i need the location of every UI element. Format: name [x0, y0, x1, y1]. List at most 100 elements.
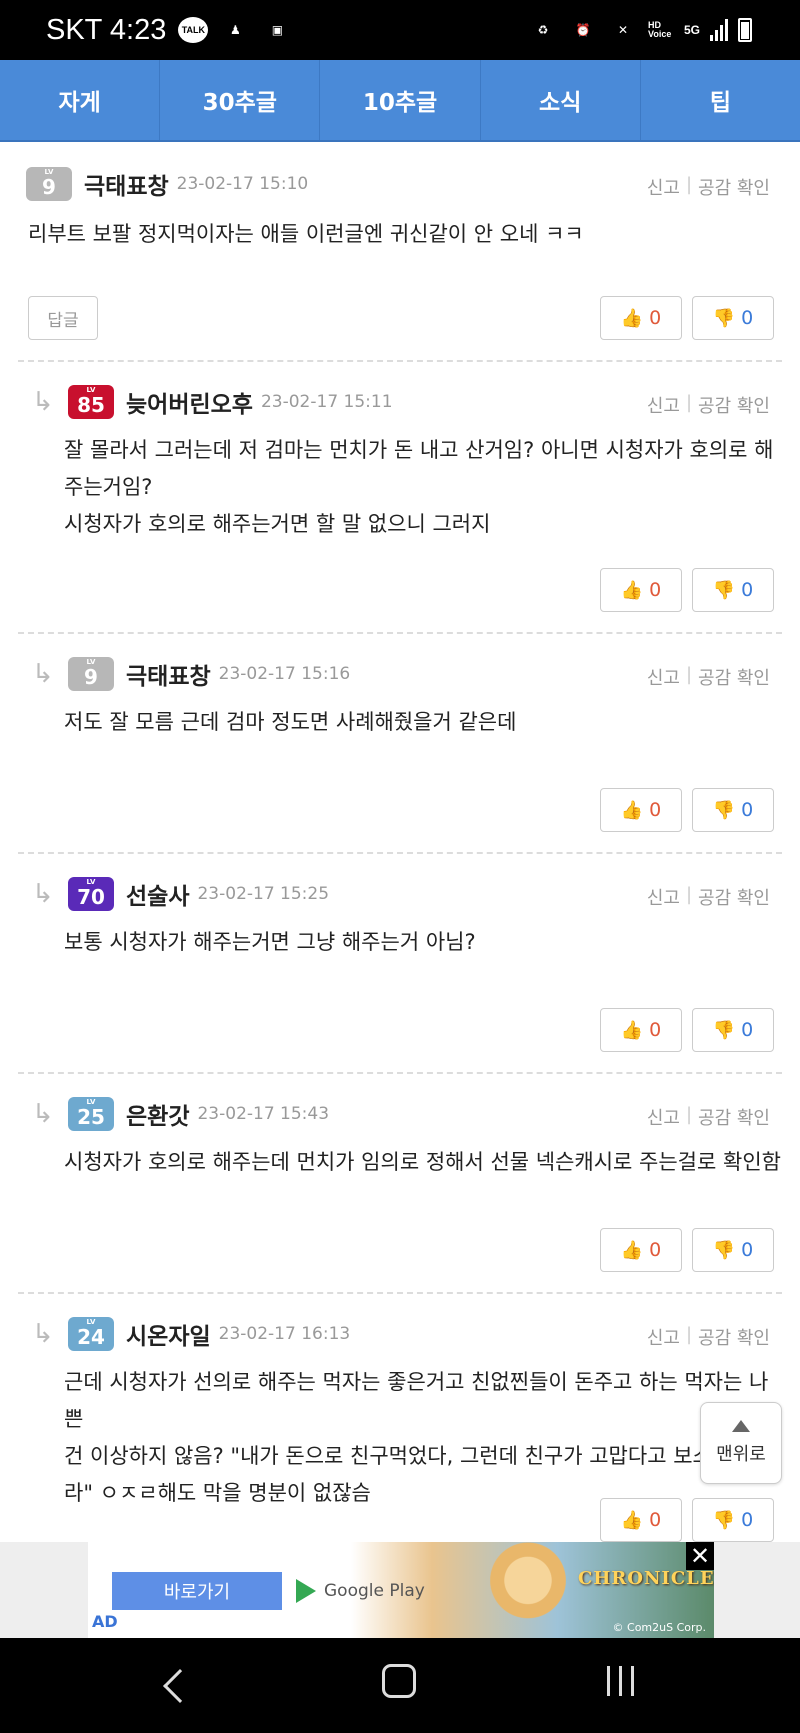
- nickname[interactable]: 극태표창: [84, 167, 169, 201]
- google-play-badge: Google Play: [296, 1572, 425, 1610]
- thumbs-up-icon: 👍: [620, 579, 644, 601]
- signal-icon: [710, 19, 728, 41]
- like-count: 0: [649, 307, 662, 329]
- like-count: 0: [649, 579, 662, 601]
- google-play-icon: [296, 1579, 316, 1603]
- thumbs-down-icon: 👎: [712, 1239, 736, 1261]
- back-icon[interactable]: [163, 1669, 197, 1703]
- thumbs-down-icon: 👎: [712, 1019, 736, 1041]
- like-button[interactable]: 👍 0: [600, 296, 682, 340]
- timestamp: 23-02-17 15:43: [197, 1104, 330, 1124]
- ad-creative[interactable]: 바로가기 Google Play CHRONICLES © Com2uS Cor…: [88, 1542, 714, 1638]
- nickname[interactable]: 늦어버린오후: [126, 385, 253, 419]
- tab-30-recommend[interactable]: 30추글: [160, 60, 321, 140]
- reply-comment: ↳ LV 85 늦어버린오후 23-02-17 15:11 신고 | 공감 확인 …: [18, 362, 782, 634]
- tab-tips[interactable]: 팁: [641, 60, 800, 140]
- like-button[interactable]: 👍 0: [600, 1008, 682, 1052]
- tab-10-recommend[interactable]: 10추글: [320, 60, 481, 140]
- dislike-button[interactable]: 👎 0: [692, 568, 774, 612]
- like-button[interactable]: 👍 0: [600, 1228, 682, 1272]
- like-count: 0: [649, 799, 662, 821]
- reply-comment: ↳ LV 25 은환갓 23-02-17 15:43 신고 | 공감 확인 시청자…: [18, 1074, 782, 1294]
- separator: |: [685, 174, 693, 195]
- timestamp: 23-02-17 16:13: [218, 1324, 351, 1344]
- back-to-top-button[interactable]: 맨위로: [700, 1402, 782, 1484]
- nickname[interactable]: 선술사: [126, 877, 189, 911]
- nickname[interactable]: 시온자일: [126, 1317, 211, 1351]
- tab-free-board[interactable]: 자게: [0, 60, 161, 140]
- timestamp: 23-02-17 15:11: [260, 392, 393, 412]
- comment-text: 주는거임?: [64, 475, 153, 499]
- report-link[interactable]: 신고: [647, 174, 680, 200]
- comment-text: 보통 시청자가 해주는거면 그냥 해주는거 아님?: [64, 930, 476, 954]
- dislike-button[interactable]: 👎 0: [692, 1228, 774, 1272]
- separator: |: [685, 1324, 693, 1345]
- likes-check-link[interactable]: 공감 확인: [698, 1324, 770, 1350]
- thumbs-up-icon: 👍: [620, 307, 644, 329]
- comment-text: 저도 잘 모름 근데 검마 정도면 사례해줬을거 같은데: [64, 710, 517, 734]
- home-icon[interactable]: [382, 1664, 416, 1698]
- likes-check-link[interactable]: 공감 확인: [698, 664, 770, 690]
- reply-arrow-icon: ↳: [32, 879, 54, 909]
- report-link[interactable]: 신고: [647, 1104, 680, 1130]
- thumbs-up-icon: 👍: [620, 1239, 644, 1261]
- report-link[interactable]: 신고: [647, 884, 680, 910]
- dislike-button[interactable]: 👎 0: [692, 1008, 774, 1052]
- reply-arrow-icon: ↳: [32, 659, 54, 689]
- level-badge: LV 70: [68, 877, 114, 911]
- kakaotalk-icon: TALK: [178, 17, 209, 43]
- nickname[interactable]: 은환갓: [126, 1097, 189, 1131]
- thumbs-down-icon: 👎: [712, 799, 736, 821]
- recent-apps-icon[interactable]: [607, 1666, 634, 1696]
- reply-arrow-icon: ↳: [32, 1099, 54, 1129]
- like-button[interactable]: 👍 0: [600, 568, 682, 612]
- comment: LV 9 극태표창 23-02-17 15:10 신고 | 공감 확인 리부트 보…: [18, 144, 782, 362]
- ad-banner[interactable]: 바로가기 Google Play CHRONICLES © Com2uS Cor…: [0, 1542, 800, 1638]
- gallery-icon: ▣: [271, 23, 284, 37]
- carrier-time: SKT 4:23: [46, 13, 167, 46]
- report-link[interactable]: 신고: [647, 392, 680, 418]
- level-badge: LV 25: [68, 1097, 114, 1131]
- system-navigation-bar: [0, 1638, 800, 1733]
- dislike-count: 0: [741, 1239, 754, 1261]
- reply-comment: ↳ LV 70 선술사 23-02-17 15:25 신고 | 공감 확인 보통 …: [18, 854, 782, 1074]
- back-to-top-label: 맨위로: [716, 1444, 766, 1465]
- game-character-image: [468, 1542, 588, 1638]
- tab-news[interactable]: 소식: [481, 60, 641, 140]
- recycle-icon: ♻: [537, 23, 549, 37]
- dislike-button[interactable]: 👎 0: [692, 296, 774, 340]
- thumbs-up-icon: 👍: [620, 799, 644, 821]
- dislike-button[interactable]: 👎 0: [692, 1498, 774, 1542]
- report-link[interactable]: 신고: [647, 1324, 680, 1350]
- comment-text: 리부트 보팔 정지먹이자는 애들 이런글엔 귀신같이 안 오네 ㅋㅋ: [28, 222, 584, 246]
- level-badge: LV 9: [26, 167, 72, 201]
- separator: |: [685, 884, 693, 905]
- timestamp: 23-02-17 15:16: [218, 664, 351, 684]
- thumbs-down-icon: 👎: [712, 579, 736, 601]
- likes-check-link[interactable]: 공감 확인: [698, 884, 770, 910]
- mute-icon: ✕: [617, 23, 629, 37]
- report-link[interactable]: 신고: [647, 664, 680, 690]
- comment-text: 근데 시청자가 선의로 해주는 먹자는 좋은거고 친없찐들이 돈주고 하는 먹자…: [64, 1370, 769, 1431]
- alarm-icon: ⏰: [575, 23, 591, 37]
- separator: |: [685, 392, 693, 413]
- hd-voice-icon: HD Voice: [647, 20, 672, 39]
- nickname[interactable]: 극태표창: [126, 657, 211, 691]
- close-ad-button[interactable]: ✕: [686, 1542, 714, 1570]
- ad-cta-button[interactable]: 바로가기: [112, 1572, 282, 1610]
- likes-check-link[interactable]: 공감 확인: [698, 1104, 770, 1130]
- reply-button[interactable]: 답글: [28, 296, 98, 340]
- dislike-count: 0: [741, 1509, 754, 1531]
- like-button[interactable]: 👍 0: [600, 788, 682, 832]
- reply-arrow-icon: ↳: [32, 1319, 54, 1349]
- like-count: 0: [649, 1239, 662, 1261]
- like-button[interactable]: 👍 0: [600, 1498, 682, 1542]
- likes-check-link[interactable]: 공감 확인: [698, 174, 770, 200]
- comment-text: 잘 몰라서 그러는데 저 검마는 먼치가 돈 내고 산거임? 아니면 시청자가 …: [64, 438, 774, 462]
- ad-copyright: © Com2uS Corp.: [612, 1621, 706, 1634]
- separator: |: [685, 1104, 693, 1125]
- likes-check-link[interactable]: 공감 확인: [698, 392, 770, 418]
- comment-text: 시청자가 호의로 해주는거면 할 말 없으니 그러지: [64, 512, 491, 536]
- dislike-button[interactable]: 👎 0: [692, 788, 774, 832]
- like-count: 0: [649, 1019, 662, 1041]
